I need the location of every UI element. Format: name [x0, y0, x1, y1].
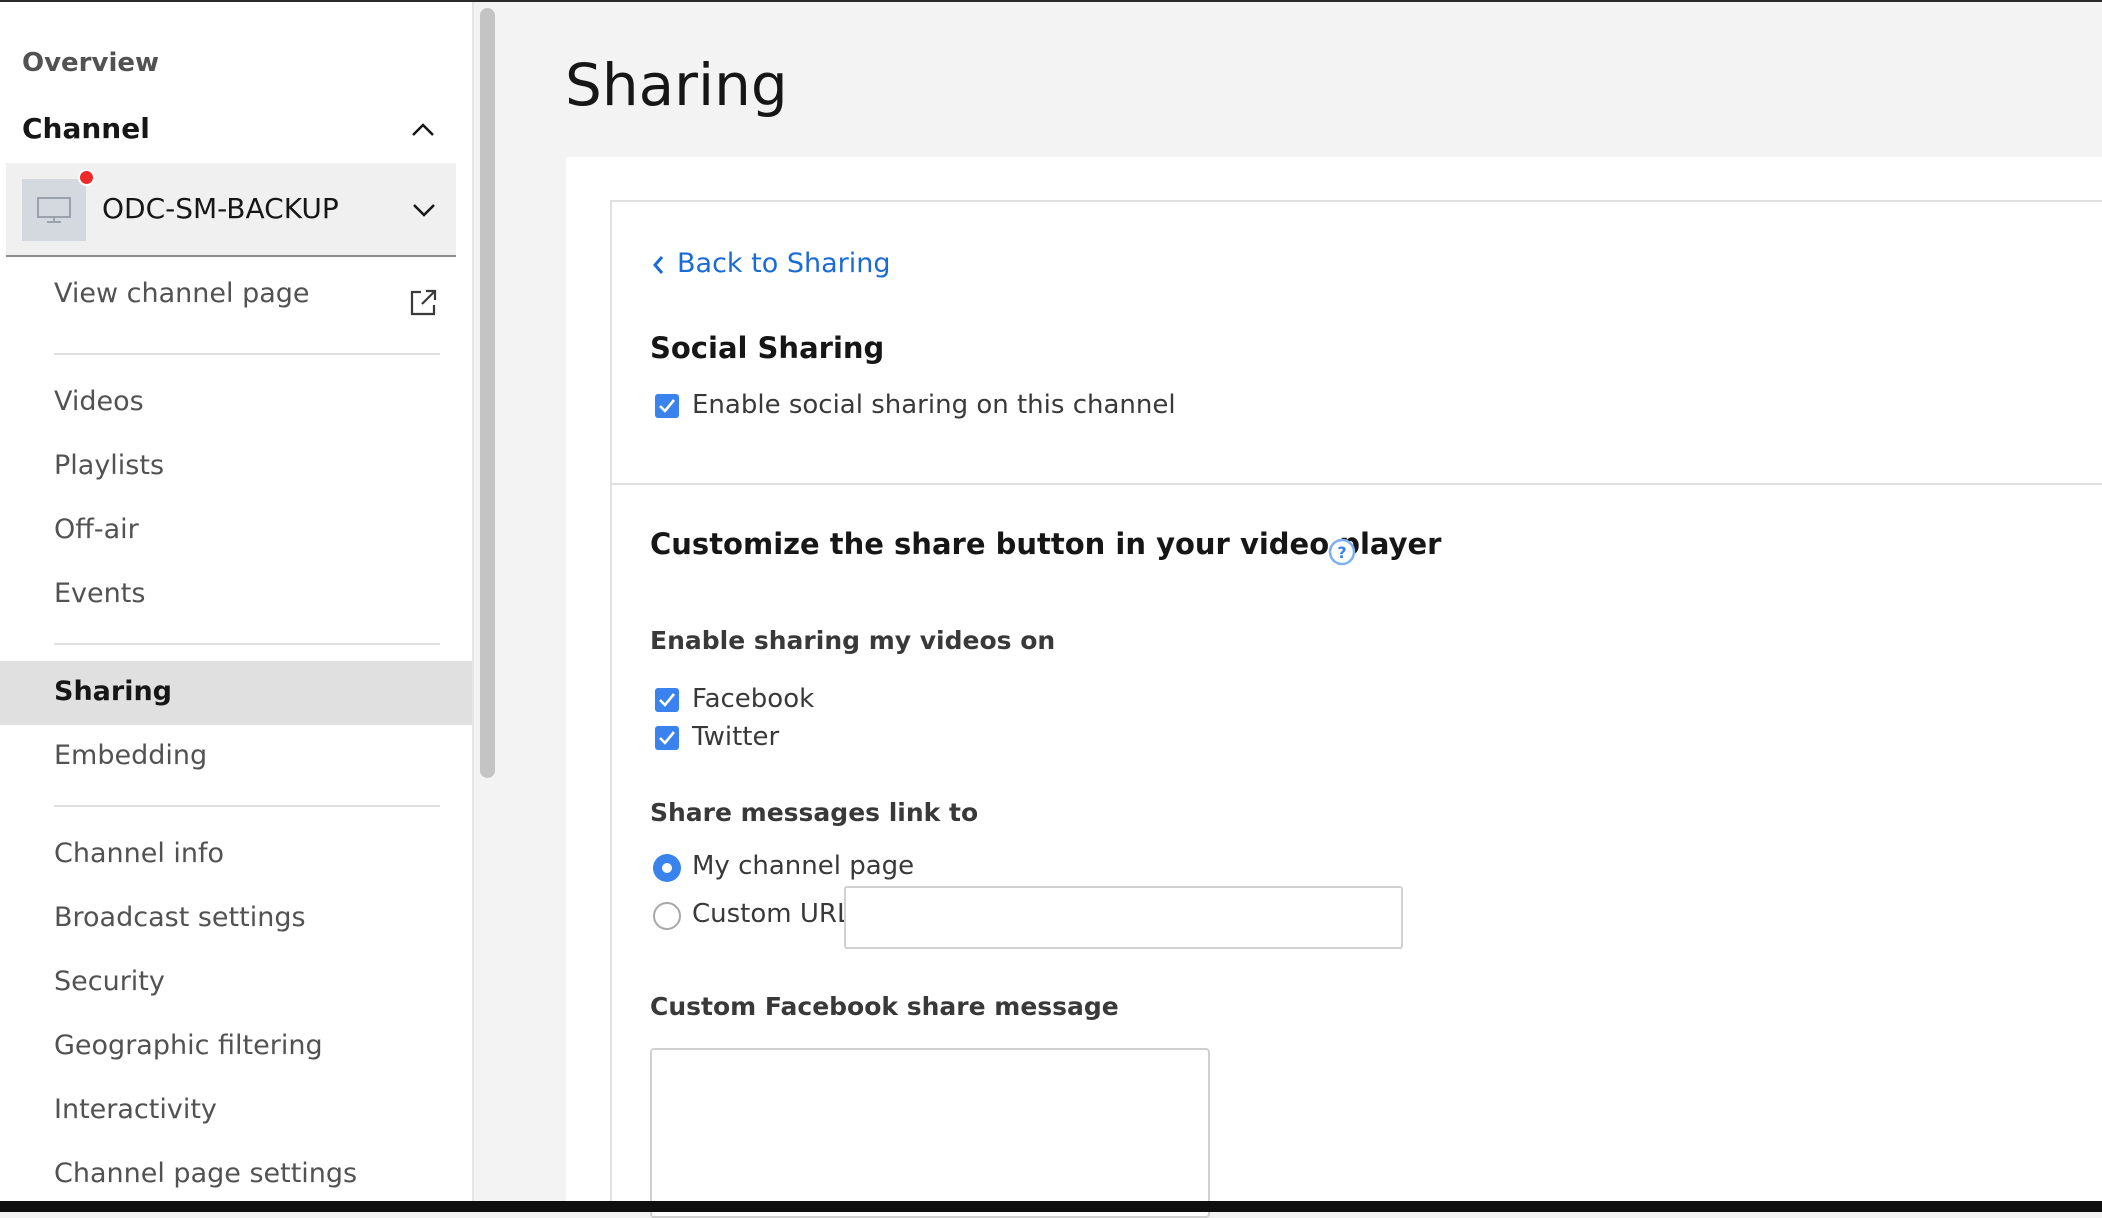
- sidebar-item-off-air[interactable]: Off-air: [54, 514, 139, 545]
- monitor-icon: [37, 197, 71, 223]
- customize-share-heading: Customize the share button in your video…: [650, 527, 1442, 561]
- custom-url-label[interactable]: Custom URL: [692, 899, 851, 929]
- chevron-up-icon[interactable]: [410, 120, 436, 138]
- sidebar-item-view-channel-page[interactable]: View channel page: [54, 278, 310, 309]
- custom-facebook-message-label: Custom Facebook share message: [650, 992, 1119, 1021]
- section-divider: [610, 483, 2102, 485]
- twitter-label[interactable]: Twitter: [692, 722, 779, 752]
- twitter-checkbox[interactable]: [655, 726, 679, 750]
- sidebar-scrollbar-thumb[interactable]: [480, 8, 495, 778]
- facebook-checkbox[interactable]: [655, 688, 679, 712]
- checkmark-icon: [659, 731, 676, 745]
- svg-text:?: ?: [1337, 543, 1346, 562]
- channel-section-toggle[interactable]: Channel: [22, 112, 150, 145]
- enable-social-sharing-checkbox[interactable]: [655, 394, 679, 418]
- facebook-label[interactable]: Facebook: [692, 684, 814, 714]
- sidebar-divider: [54, 353, 440, 355]
- sidebar-divider: [54, 643, 440, 645]
- custom-facebook-message-textarea[interactable]: [650, 1048, 1210, 1218]
- sidebar-item-interactivity[interactable]: Interactivity: [54, 1094, 217, 1125]
- external-link-icon[interactable]: [408, 288, 438, 318]
- sidebar-item-videos[interactable]: Videos: [54, 386, 144, 417]
- custom-url-input[interactable]: [844, 886, 1403, 949]
- sidebar-divider: [54, 805, 440, 807]
- checkmark-icon: [659, 693, 676, 707]
- sidebar-item-security[interactable]: Security: [54, 966, 165, 997]
- chevron-down-icon[interactable]: [411, 201, 437, 219]
- sidebar-item-overview[interactable]: Overview: [22, 48, 159, 78]
- my-channel-page-radio[interactable]: [653, 854, 681, 882]
- custom-url-radio[interactable]: [653, 902, 681, 930]
- sidebar-item-sharing[interactable]: Sharing: [54, 676, 172, 707]
- help-icon[interactable]: ?: [1327, 537, 1357, 567]
- window-bottom-border: [0, 1201, 2102, 1212]
- back-to-sharing-link[interactable]: Back to Sharing: [677, 248, 890, 279]
- channel-selector[interactable]: ODC-SM-BACKUP: [6, 163, 456, 257]
- sidebar-item-events[interactable]: Events: [54, 578, 145, 609]
- sidebar-item-geographic-filtering[interactable]: Geographic filtering: [54, 1030, 323, 1061]
- sidebar-item-channel-info[interactable]: Channel info: [54, 838, 224, 869]
- enable-sharing-on-label: Enable sharing my videos on: [650, 626, 1056, 655]
- sidebar-item-channel-page-settings[interactable]: Channel page settings: [54, 1158, 357, 1189]
- channel-name: ODC-SM-BACKUP: [102, 192, 339, 225]
- sidebar-item-broadcast-settings[interactable]: Broadcast settings: [54, 902, 306, 933]
- sidebar-item-embedding[interactable]: Embedding: [54, 740, 207, 771]
- social-sharing-heading: Social Sharing: [650, 331, 885, 365]
- sidebar-item-playlists[interactable]: Playlists: [54, 450, 164, 481]
- checkmark-icon: [659, 399, 676, 413]
- enable-social-sharing-label[interactable]: Enable social sharing on this channel: [692, 390, 1176, 420]
- live-status-dot: [78, 169, 95, 186]
- chevron-left-icon[interactable]: [651, 254, 665, 276]
- channel-thumbnail: [22, 179, 86, 241]
- my-channel-page-label[interactable]: My channel page: [692, 851, 914, 881]
- page-title: Sharing: [565, 50, 788, 119]
- share-messages-link-to-label: Share messages link to: [650, 798, 979, 827]
